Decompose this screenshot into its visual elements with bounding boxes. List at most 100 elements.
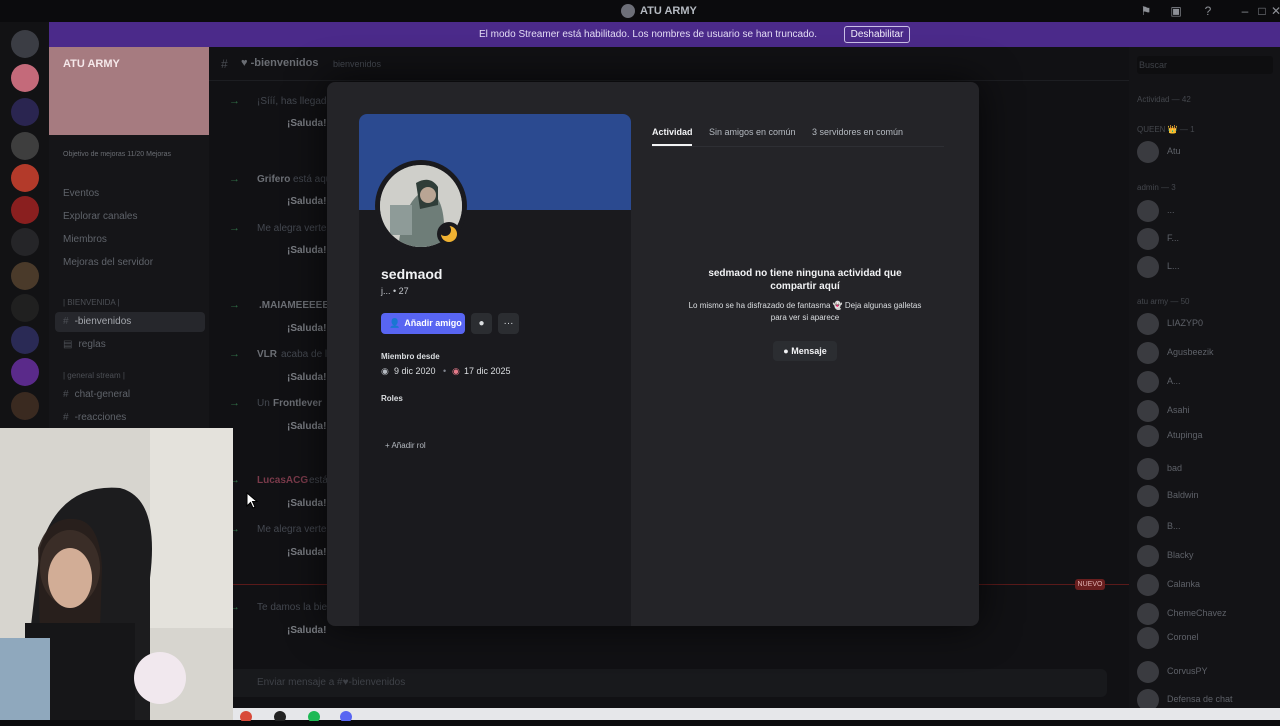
member-row[interactable]: B...: [1137, 516, 1277, 538]
member-row[interactable]: Calanka: [1137, 574, 1277, 596]
wave-button[interactable]: ¡Saluda!: [287, 323, 326, 334]
member-row[interactable]: F...: [1137, 228, 1277, 250]
member-row[interactable]: ChemeChavez: [1137, 603, 1277, 625]
member-name: bad: [1167, 463, 1183, 473]
wave-button[interactable]: ¡Saluda!: [287, 245, 326, 256]
minimize-icon[interactable]: –: [1238, 4, 1252, 18]
inbox-icon[interactable]: ⚑: [1139, 4, 1153, 18]
member-row[interactable]: bad: [1137, 458, 1277, 480]
message-author[interactable]: VLR: [257, 349, 277, 360]
member-row[interactable]: Atu: [1137, 141, 1277, 163]
avatar: [1137, 342, 1159, 364]
channel-label: -bienvenidos: [74, 316, 132, 327]
tab-divider: [652, 146, 944, 147]
channel-reacciones[interactable]: # -reacciones: [63, 412, 126, 423]
server-icon[interactable]: [11, 358, 39, 386]
server-icon[interactable]: [11, 392, 39, 420]
webcam-overlay: [0, 428, 233, 720]
member-row[interactable]: Atupinga: [1137, 425, 1277, 447]
link-members[interactable]: Miembros: [63, 234, 107, 245]
member-row[interactable]: ...: [1137, 200, 1277, 222]
disable-streamer-button[interactable]: Deshabilitar: [844, 26, 910, 43]
tab-mutual-friends[interactable]: Sin amigos en común: [709, 127, 796, 137]
taskbar: [233, 708, 1280, 723]
message-author[interactable]: Grifero: [257, 174, 290, 185]
message-author[interactable]: LucasACG: [257, 475, 308, 486]
server-icon[interactable]: [11, 164, 39, 192]
wave-button[interactable]: ¡Saluda!: [287, 372, 326, 383]
banner-text: El modo Streamer está habilitado. Los no…: [479, 29, 817, 40]
member-row[interactable]: LIAZYP0: [1137, 313, 1277, 335]
channel-reglas[interactable]: ▤ reglas: [63, 339, 106, 350]
server-icon[interactable]: [11, 64, 39, 92]
add-role-button[interactable]: + Añadir rol: [385, 441, 426, 450]
server-icon[interactable]: [11, 196, 39, 224]
add-friend-button[interactable]: 👤 Añadir amigo: [381, 313, 465, 334]
wave-button[interactable]: ¡Saluda!: [287, 421, 326, 432]
dm-home-icon[interactable]: [11, 30, 39, 58]
server-name[interactable]: ATU ARMY: [63, 58, 120, 70]
tab-activity[interactable]: Actividad: [652, 127, 693, 137]
message-author[interactable]: Frontlever: [273, 398, 322, 409]
member-name: CorvusPY: [1167, 666, 1208, 676]
member-category: Actividad — 42: [1137, 95, 1191, 104]
wave-button[interactable]: ¡Saluda!: [287, 196, 326, 207]
server-icon[interactable]: [11, 132, 39, 160]
idle-status-cutout: [439, 224, 451, 236]
wave-button[interactable]: ¡Saluda!: [287, 625, 326, 636]
avatar: [1137, 425, 1159, 447]
member-row[interactable]: Blacky: [1137, 545, 1277, 567]
member-category: QUEEN 👑 — 1: [1137, 125, 1195, 134]
server-icon[interactable]: [11, 228, 39, 256]
member-row[interactable]: CorvusPY: [1137, 661, 1277, 683]
member-row[interactable]: Baldwin: [1137, 485, 1277, 507]
avatar: [1137, 256, 1159, 278]
wave-button[interactable]: ¡Saluda!: [287, 547, 326, 558]
member-row[interactable]: Agusbeezik: [1137, 342, 1277, 364]
message-button[interactable]: ● Mensaje: [773, 341, 837, 361]
avatar: [1137, 574, 1159, 596]
join-arrow-icon: →: [229, 299, 240, 311]
discord-logo-icon: ◉: [381, 366, 389, 376]
maximize-icon[interactable]: □: [1255, 4, 1269, 18]
avatar: [1137, 371, 1159, 393]
close-icon[interactable]: ✕: [1269, 4, 1280, 18]
message-author[interactable]: .MAIAMEEEEE: [259, 300, 329, 311]
server-icon[interactable]: [11, 294, 39, 322]
member-name: F...: [1167, 233, 1180, 243]
member-name: Coronel: [1167, 632, 1199, 642]
member-name: LIAZYP0: [1167, 318, 1204, 328]
link-server-boosts[interactable]: Mejoras del servidor: [63, 257, 153, 268]
boost-goal[interactable]: Objetivo de mejoras 11/20 Mejoras: [63, 151, 171, 158]
search-input[interactable]: Buscar: [1137, 56, 1273, 74]
link-events[interactable]: Eventos: [63, 188, 99, 199]
member-category: atu army — 50: [1137, 297, 1190, 306]
join-arrow-icon: →: [229, 95, 240, 107]
message-text: Un: [257, 398, 270, 409]
wave-button[interactable]: ¡Saluda!: [287, 118, 326, 129]
server-icon[interactable]: [11, 98, 39, 126]
member-name: B...: [1167, 521, 1181, 531]
member-name: ChemeChavez: [1167, 608, 1227, 618]
member-row[interactable]: Coronel: [1137, 627, 1277, 649]
join-arrow-icon: →: [229, 173, 240, 185]
more-icon[interactable]: ···: [498, 313, 519, 334]
message-input[interactable]: Enviar mensaje a #♥-bienvenidos: [227, 669, 1107, 697]
hash-icon: #: [63, 316, 69, 327]
message-icon[interactable]: ●: [471, 313, 492, 334]
member-row[interactable]: A...: [1137, 371, 1277, 393]
server-icon[interactable]: [11, 262, 39, 290]
server-icon[interactable]: [11, 326, 39, 354]
rules-icon: ▤: [63, 339, 73, 350]
member-row[interactable]: L...: [1137, 256, 1277, 278]
category-bienvenida[interactable]: | BIENVENIDA |: [63, 298, 120, 307]
channel-bienvenidos[interactable]: # -bienvenidos: [63, 316, 131, 327]
wave-button[interactable]: ¡Saluda!: [287, 498, 326, 509]
channel-chat-general[interactable]: # chat-general: [63, 389, 130, 400]
member-row[interactable]: Asahi: [1137, 400, 1277, 422]
tab-mutual-servers[interactable]: 3 servidores en común: [812, 127, 903, 137]
help-icon[interactable]: ?: [1201, 4, 1215, 18]
screen-icon[interactable]: ▣: [1169, 4, 1183, 18]
link-browse-channels[interactable]: Explorar canales: [63, 211, 137, 222]
category-general-stream[interactable]: | general stream |: [63, 371, 125, 380]
